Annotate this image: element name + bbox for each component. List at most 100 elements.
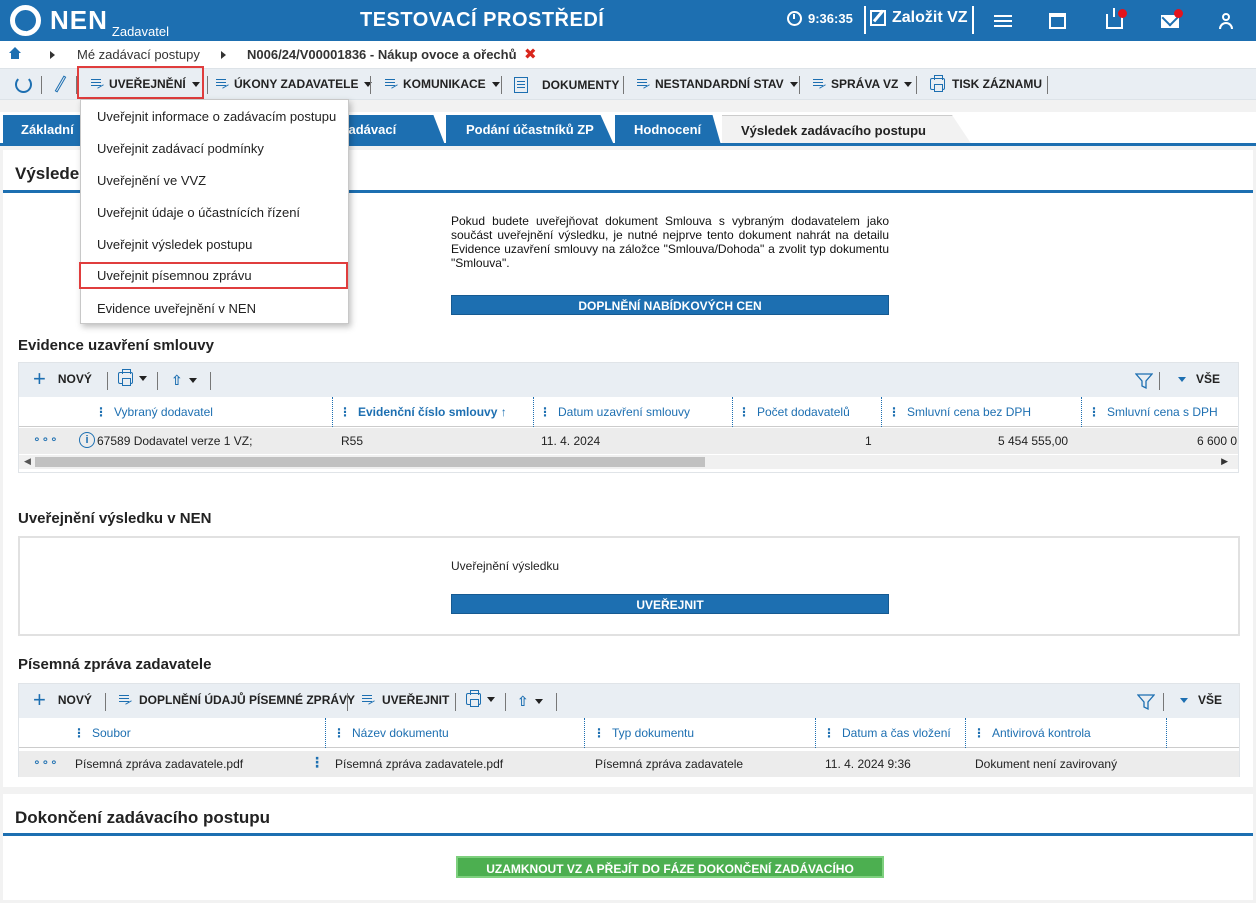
menu-item-publish-conditions[interactable]: Uveřejnit zadávací podmínky	[97, 141, 264, 156]
caret-down-icon	[904, 81, 913, 87]
col-file[interactable]: ⋮ Soubor	[73, 726, 131, 740]
menu-item-publish-result[interactable]: Uveřejnit výsledek postupu	[97, 237, 252, 252]
new-vz-button[interactable]: Založit VZ	[870, 9, 968, 27]
contracts-print-menu[interactable]	[118, 369, 147, 386]
logo-subtext: Zadavatel	[111, 24, 169, 39]
cell-count: 1	[865, 434, 872, 448]
sprava-menu[interactable]: SPRÁVA VZ	[813, 77, 913, 91]
report-print-menu[interactable]	[466, 690, 495, 707]
row-actions-icon[interactable]: ∘∘∘	[33, 755, 59, 769]
publish-button[interactable]: UVEŘEJNIT	[451, 594, 889, 614]
file-menu-icon[interactable]: ⋮	[310, 754, 324, 771]
toolbar-divider	[623, 76, 624, 94]
toolbar-divider	[210, 372, 211, 390]
horizontal-scrollbar[interactable]: ◀ ▶	[19, 455, 1238, 469]
user-icon[interactable]	[1213, 8, 1239, 34]
menu-item-publish-report[interactable]: Uveřejnit písemnou zprávu	[97, 268, 252, 283]
report-fill-button[interactable]: DOPLNĚNÍ ÚDAJŮ PÍSEMNÉ ZPRÁVY	[119, 693, 355, 707]
tab-hodnoceni[interactable]: Hodnocení	[615, 115, 721, 145]
menu-item-publish-vvz[interactable]: Uveřejnění ve VVZ	[97, 173, 206, 188]
sort-asc-icon: ↑	[500, 405, 507, 419]
komunikace-menu[interactable]: KOMUNIKACE	[385, 77, 500, 91]
menu-item-publish-info[interactable]: Uveřejnit informace o zadávacím postupu	[97, 109, 336, 124]
logo-text: NEN	[50, 5, 108, 35]
publication-label: Uveřejnění výsledku	[451, 559, 560, 573]
col-doc-name[interactable]: ⋮ Název dokumentu	[333, 726, 449, 740]
refresh-icon[interactable]	[15, 76, 32, 93]
caret-down-icon	[364, 81, 373, 87]
info-icon[interactable]: i	[79, 432, 95, 448]
contracts-new-button[interactable]: + NOVÝ	[33, 366, 92, 391]
breadcrumb-my-procedures[interactable]: Mé zadávací postupy	[77, 47, 200, 62]
contracts-export-menu[interactable]: ⇧	[171, 372, 197, 389]
breadcrumb-current[interactable]: N006/24/V00001836 - Nákup ovoce a ořechů	[247, 47, 517, 62]
report-view-select[interactable]: VŠE	[1178, 693, 1222, 707]
chevron-right-icon	[50, 51, 55, 59]
tab-vysledek[interactable]: Výsledek zadávacího postupu	[722, 115, 972, 145]
scroll-right-icon[interactable]: ▶	[1221, 456, 1228, 467]
dokumenty-label: DOKUMENTY	[542, 78, 620, 92]
komunikace-label: KOMUNIKACE	[403, 77, 486, 91]
close-icon[interactable]: ✖	[524, 45, 537, 63]
mail-icon[interactable]	[1157, 8, 1183, 34]
export-icon: ⇧	[171, 372, 183, 388]
session-timer: 9:36:35	[787, 11, 853, 26]
nen-logo[interactable]: NEN Zadavatel	[10, 5, 169, 39]
plus-icon: +	[33, 366, 46, 391]
bid-prices-button[interactable]: DOPLNĚNÍ NABÍDKOVÝCH CEN	[451, 295, 889, 315]
dokumenty-button[interactable]: DOKUMENTY	[514, 77, 619, 93]
report-publish-button[interactable]: UVEŘEJNIT	[362, 693, 449, 707]
col-supplier-count[interactable]: ⋮ Počet dodavatelů	[738, 405, 850, 419]
report-title: Písemná zpráva zadavatele	[18, 656, 212, 673]
home-icon[interactable]	[9, 47, 21, 59]
table-row[interactable]: ∘∘∘ i 67589 Dodavatel verze 1 VZ; R55 11…	[19, 428, 1238, 454]
cell-date: 11. 4. 2024	[541, 434, 601, 448]
printer-icon	[118, 369, 133, 386]
report-new-button[interactable]: + NOVÝ	[33, 689, 92, 711]
col-price-vat[interactable]: ⋮ Smluvní cena s DPH	[1088, 405, 1218, 419]
menu-item-publish-participants[interactable]: Uveřejnit údaje o účastnících řízení	[97, 205, 300, 220]
caret-down-icon	[1180, 697, 1188, 703]
report-grid: + NOVÝ DOPLNĚNÍ ÚDAJŮ PÍSEMNÉ ZPRÁVY UVEŘ…	[18, 683, 1240, 777]
row-actions-icon[interactable]: ∘∘∘	[33, 432, 59, 446]
report-toolbar: + NOVÝ DOPLNĚNÍ ÚDAJŮ PÍSEMNÉ ZPRÁVY UVEŘ…	[19, 684, 1239, 718]
col-contract-date[interactable]: ⋮ Datum uzavření smlouvy	[539, 405, 690, 419]
contracts-header-row: ⋮ Vybraný dodavatel ⋮ Evidenční číslo smlo…	[19, 397, 1238, 427]
contracts-view-select[interactable]: VŠE	[1176, 372, 1220, 386]
inbox-icon[interactable]	[1101, 7, 1127, 34]
cell-doc-type: Písemná zpráva zadavatele	[595, 757, 744, 771]
toolbar-divider	[207, 76, 208, 94]
menu-item-publication-evidence[interactable]: Evidence uveřejnění v NEN	[97, 301, 256, 316]
pencil-icon[interactable]	[54, 75, 67, 93]
document-icon	[514, 77, 528, 93]
tisk-button[interactable]: TISK ZÁZNAMU	[930, 75, 1042, 92]
publication-box	[18, 536, 1240, 636]
col-doc-type[interactable]: ⋮ Typ dokumentu	[593, 726, 694, 740]
timer-text: 9:36:35	[808, 11, 853, 26]
nestandardni-menu[interactable]: NESTANDARDNÍ STAV	[637, 77, 798, 91]
column-divider	[732, 397, 733, 427]
filter-icon[interactable]	[1135, 372, 1153, 390]
tab-podani[interactable]: Podání účastníků ZP	[446, 115, 614, 145]
notification-dot	[1118, 9, 1127, 18]
cell-number: R55	[341, 434, 364, 448]
col-antivirus[interactable]: ⋮ Antivirová kontrola	[973, 726, 1091, 740]
caret-down-icon	[789, 81, 798, 87]
table-row[interactable]: ∘∘∘ Písemná zpráva zadavatele.pdf ⋮ Píse…	[19, 751, 1239, 777]
filter-icon[interactable]	[1137, 693, 1155, 711]
clock-icon	[787, 11, 802, 26]
report-export-menu[interactable]: ⇧	[517, 693, 543, 710]
col-contract-number[interactable]: ⋮ Evidenční číslo smlouvy ↑	[339, 405, 507, 419]
col-supplier[interactable]: ⋮ Vybraný dodavatel	[95, 405, 213, 419]
column-divider	[965, 718, 966, 748]
scroll-thumb[interactable]	[35, 457, 705, 467]
cell-file[interactable]: Písemná zpráva zadavatele.pdf	[75, 757, 243, 771]
col-price-no-vat[interactable]: ⋮ Smluvní cena bez DPH	[888, 405, 1031, 419]
col-datetime[interactable]: ⋮ Datum a čas vložení	[823, 726, 951, 740]
list-icon	[362, 694, 376, 706]
menu-icon[interactable]	[990, 8, 1016, 34]
ukony-menu[interactable]: ÚKONY ZADAVATELE	[216, 77, 373, 91]
lock-and-finish-button[interactable]: UZAMKNOUT VZ A PŘEJÍT DO FÁZE DOKONČENÍ …	[456, 856, 884, 898]
scroll-left-icon[interactable]: ◀	[24, 456, 31, 467]
calendar-icon[interactable]	[1044, 8, 1070, 34]
